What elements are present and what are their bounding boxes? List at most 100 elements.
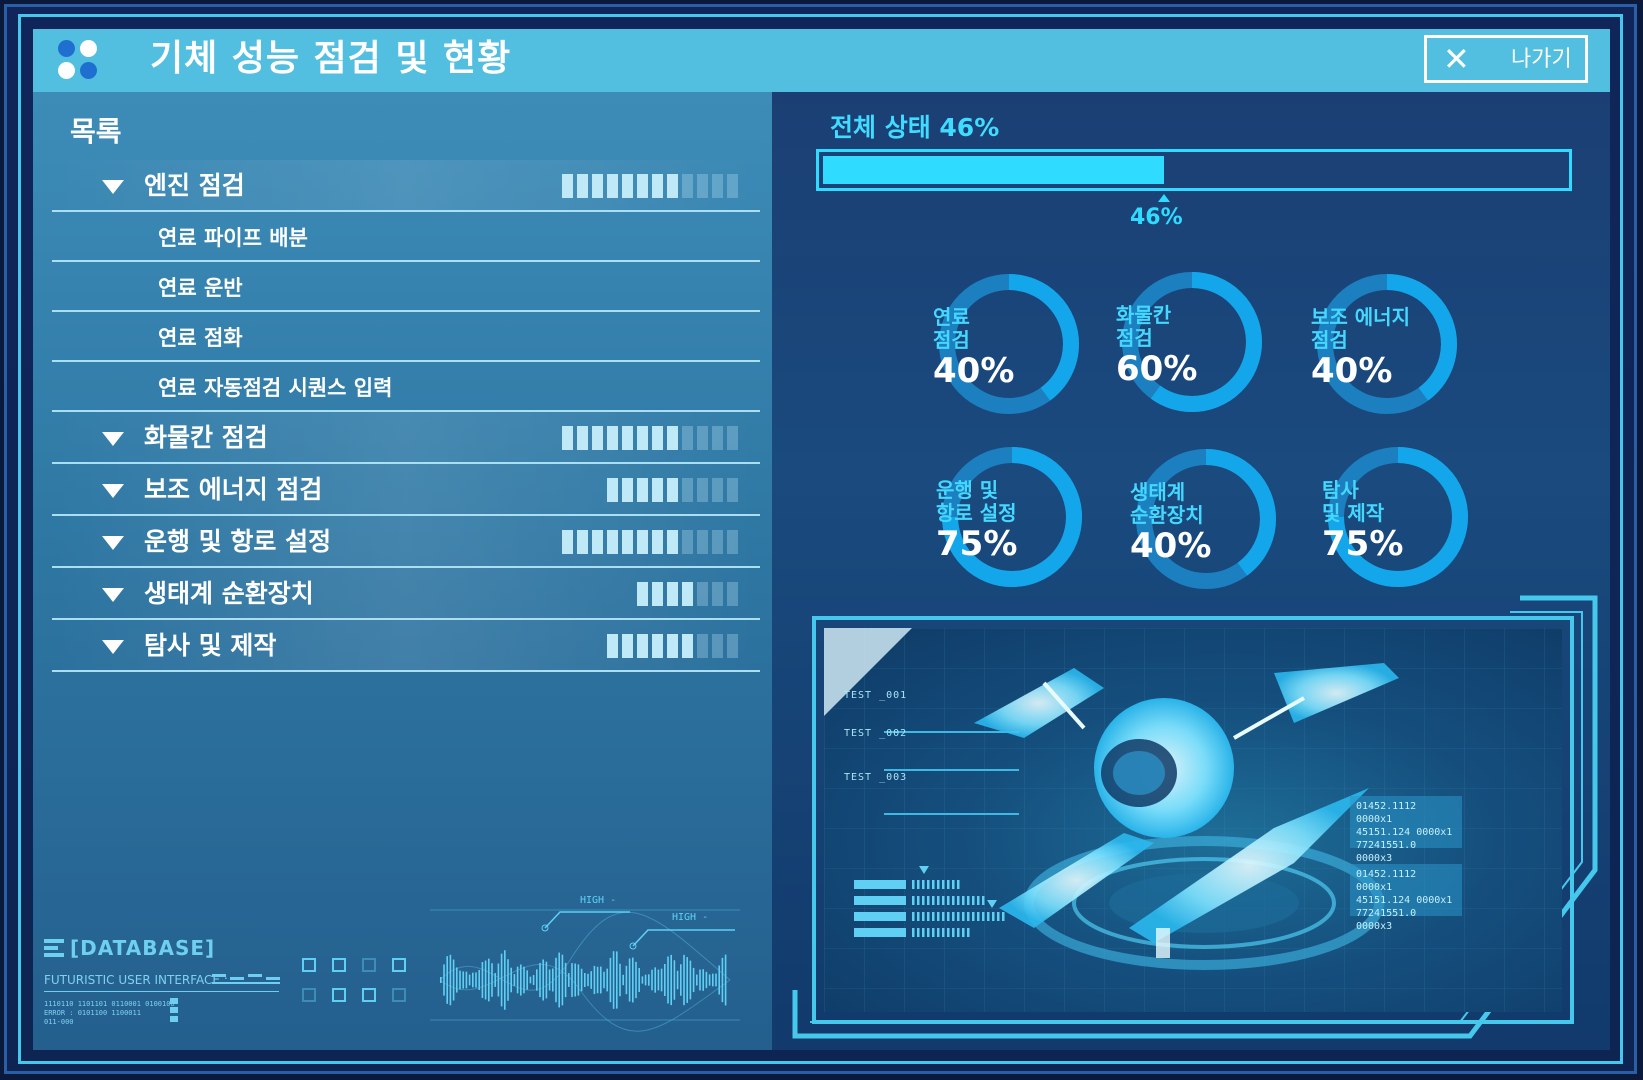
engine-item-fuel-transport[interactable]: 연료 운반 — [52, 262, 760, 312]
wave-bar — [478, 970, 480, 990]
gauge-percent: 40% — [1311, 351, 1393, 391]
gauge-label: 생태계 순환장치 — [1130, 481, 1282, 527]
expand-triangle-icon[interactable] — [102, 432, 124, 446]
engine-item-auto-sequence[interactable]: 연료 자동점검 시퀀스 입력 — [52, 362, 760, 412]
wave-bar — [692, 967, 695, 993]
wave-bar — [440, 977, 442, 983]
category-cargo[interactable]: 화물칸 점검 — [52, 412, 760, 464]
gauge-percent: 60% — [1116, 349, 1198, 389]
ship-hologram-viewport: TEST _001 TEST _002 TEST _003 01452.1112… — [824, 628, 1562, 1012]
meter-tick — [927, 912, 930, 921]
wave-bar — [603, 971, 605, 989]
wave-bar — [452, 959, 455, 1001]
wave-bar — [555, 957, 557, 1003]
wave-bar — [667, 956, 669, 1004]
engine-item-fuel-pipe[interactable]: 연료 파이프 배분 — [52, 212, 760, 262]
gauge-label: 연료 점검 — [933, 306, 1085, 352]
meter-tick — [977, 896, 980, 905]
meter-tick — [987, 912, 990, 921]
grid-square-icon — [332, 958, 346, 972]
wave-bar — [702, 969, 704, 991]
meter-tick — [967, 896, 970, 905]
readout-line: 45151.124 0000x1 — [1356, 827, 1453, 838]
category-label: 보조 에너지 점검 — [144, 475, 323, 504]
overall-status-label: 전체 상태 46% — [830, 113, 1000, 142]
wave-bar — [686, 957, 688, 1003]
category-aux-energy[interactable]: 보조 에너지 점검 — [52, 464, 760, 516]
binary-line: ERROR : 0101100 1100011 — [44, 1009, 141, 1017]
expand-triangle-icon[interactable] — [102, 484, 124, 498]
wave-bar — [529, 976, 532, 984]
wave-bar — [622, 974, 624, 986]
meter-tick — [932, 880, 935, 889]
database-title: [DATABASE] — [70, 936, 216, 960]
exit-button[interactable]: ✕ 나가기 — [1424, 35, 1588, 83]
progress-segments — [562, 426, 738, 450]
category-ecosystem[interactable]: 생태계 순환장치 — [52, 568, 760, 620]
expand-triangle-icon[interactable] — [102, 536, 124, 550]
meter-bar — [854, 928, 906, 937]
wave-bar — [574, 963, 576, 997]
item-label: 연료 점화 — [158, 326, 243, 350]
gauge-label-line: 항로 설정 — [936, 501, 1017, 525]
wave-bar — [644, 974, 647, 986]
category-exploration[interactable]: 탐사 및 제작 — [52, 620, 760, 672]
meter-bar — [854, 912, 906, 921]
wave-bar — [523, 966, 525, 994]
wave-bar — [520, 964, 522, 996]
gauge-6: 탐사 및 제작 75% — [1322, 441, 1474, 593]
meter-tick — [912, 896, 915, 905]
progress-segments — [562, 530, 738, 554]
wave-bar — [513, 974, 516, 986]
wave-bar — [468, 974, 471, 986]
meter-tick — [982, 912, 985, 921]
meter-tick — [972, 912, 975, 921]
engine-item-fuel-ignition[interactable]: 연료 점화 — [52, 312, 760, 362]
readout-line: 01452.1112 0000x1 — [1356, 869, 1417, 893]
category-label: 엔진 점검 — [144, 171, 245, 200]
gauge-label-line: 생태계 — [1130, 480, 1186, 504]
wave-bar — [721, 957, 724, 1003]
gauge-label-line: 점검 — [933, 328, 970, 352]
meter-tick — [957, 928, 960, 937]
wave-bar — [632, 957, 634, 1003]
wave-bar — [670, 954, 672, 1006]
wave-bar — [689, 960, 692, 1000]
overall-progress-bar — [816, 149, 1572, 191]
meter-tick — [947, 928, 950, 937]
meter-tick — [992, 912, 995, 921]
gauge-label-line: 운행 및 — [936, 478, 999, 502]
item-label: 연료 자동점검 시퀀스 입력 — [158, 376, 393, 400]
wave-bar — [494, 973, 496, 987]
wave-bar — [616, 951, 618, 1009]
expand-triangle-icon[interactable] — [102, 588, 124, 602]
grid-square-icon — [392, 988, 406, 1002]
wave-bar — [580, 968, 583, 992]
wave-bar — [510, 967, 512, 993]
wave-bar — [542, 959, 544, 1001]
high-tag: HIGH - — [672, 912, 709, 923]
expand-triangle-icon[interactable] — [102, 180, 124, 194]
category-engine[interactable]: 엔진 점검 — [52, 160, 760, 212]
wave-bar — [712, 973, 714, 987]
wave-bar — [638, 968, 640, 992]
category-navigation[interactable]: 운행 및 항로 설정 — [52, 516, 760, 568]
high-tag: HIGH - — [580, 895, 617, 906]
meter-tick — [927, 880, 930, 889]
wave-bar — [475, 972, 477, 988]
wave-bar — [673, 960, 676, 1000]
meter-tick — [947, 912, 950, 921]
wave-bar — [577, 964, 580, 996]
wave-bar — [481, 962, 484, 998]
readout-line: 45151.124 0000x1 — [1356, 895, 1453, 906]
gauge-label-line: 점검 — [1116, 326, 1153, 350]
meter-tick — [952, 896, 955, 905]
meter-tick — [932, 896, 935, 905]
wave-bar — [715, 973, 717, 987]
wave-bar — [587, 973, 589, 987]
expand-triangle-icon[interactable] — [102, 640, 124, 654]
readout-line: 77241551.0 0000x3 — [1356, 908, 1417, 932]
wave-bar — [660, 968, 663, 992]
meter-bar — [854, 880, 906, 889]
meter-tick — [947, 880, 950, 889]
